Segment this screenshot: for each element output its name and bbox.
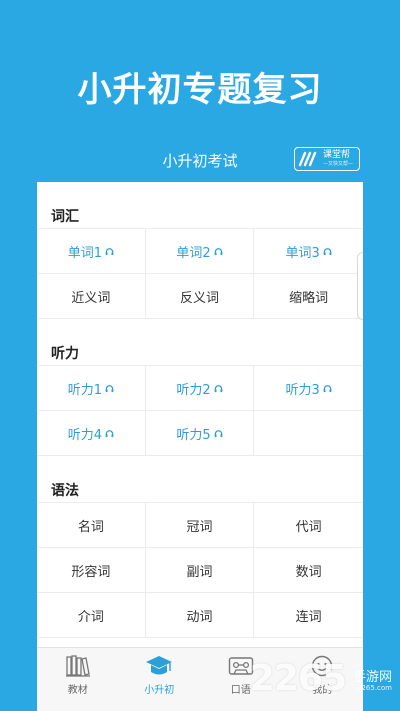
logo-name: 课堂帮 [323, 150, 351, 160]
logo-icon [298, 151, 317, 167]
logo-badge: 课堂帮 —又快又帮— [294, 147, 360, 171]
headphone-icon [323, 384, 332, 392]
grid-item-listening4[interactable]: 听力4 [37, 411, 146, 456]
grid-item-pronouns[interactable]: 代词 [254, 503, 363, 548]
item-label: 近义词 [71, 290, 111, 306]
tab-textbook[interactable]: 教材 [37, 648, 119, 711]
grid-item-listening5[interactable]: 听力5 [145, 411, 255, 456]
section-listening: 听力 听力1 听力2 听力3 听力4 听力5 [37, 319, 363, 456]
item-label: 听力5 [176, 427, 211, 443]
item-label: 听力2 [176, 382, 211, 398]
item-label: 副词 [186, 564, 213, 580]
headphone-icon [214, 247, 222, 255]
item-label: 形容词 [71, 564, 111, 580]
grid-item-prepositions[interactable]: 介词 [37, 593, 146, 638]
item-label: 单词1 [67, 245, 102, 261]
tab-label: 小升初 [144, 685, 175, 696]
item-label: 名词 [77, 519, 104, 535]
item-label: 缩略词 [289, 290, 329, 306]
watermark-text: 手游网 [352, 670, 392, 685]
item-label: 冠词 [186, 519, 213, 535]
app-header: 小升初考试 课堂帮 —又快又帮— [37, 146, 363, 180]
item-label: 单词3 [285, 245, 320, 261]
item-label: 听力1 [67, 382, 102, 398]
graduation-cap-icon [146, 656, 173, 675]
grid-item-listening1[interactable]: 听力1 [37, 366, 146, 411]
item-label: 听力3 [285, 382, 320, 398]
listening-grid: 听力1 听力2 听力3 听力4 听力5 [37, 365, 363, 456]
vocabulary-grid: 单词1 单词2 单词3 近义词 反义词 缩略词 [37, 228, 363, 319]
item-label: 单词2 [176, 245, 211, 261]
grid-item-antonyms[interactable]: 反义词 [145, 274, 255, 319]
section-grammar: 语法 名词 冠词 代词 形容词 副词 数词 介词 动词 连词 [37, 456, 363, 638]
grid-item-word3[interactable]: 单词3 [254, 229, 363, 274]
side-drawer-handle[interactable] [357, 252, 363, 320]
section-title: 语法 [51, 483, 79, 499]
grid-item-listening3[interactable]: 听力3 [254, 366, 363, 411]
headphone-icon [323, 247, 332, 255]
logo-subtitle: —又快又帮— [323, 161, 354, 167]
grid-item-verbs[interactable]: 动词 [145, 593, 255, 638]
watermark-url: 2265.com [357, 684, 392, 692]
headphone-icon [214, 384, 222, 392]
grid-item-synonyms[interactable]: 近义词 [37, 274, 146, 319]
section-vocabulary: 词汇 单词1 单词2 单词3 近义词 反义词 缩略词 [37, 182, 363, 319]
grid-item-adjectives[interactable]: 形容词 [37, 548, 146, 593]
headphone-icon [214, 429, 222, 437]
item-label: 动词 [186, 609, 213, 625]
grid-item-abbreviations[interactable]: 缩略词 [254, 274, 363, 319]
grid-item-conjunctions[interactable]: 连词 [254, 593, 363, 638]
tab-primary-to-junior[interactable]: 小升初 [119, 648, 201, 711]
grid-item-word1[interactable]: 单词1 [37, 229, 146, 274]
headphone-icon [105, 247, 114, 255]
item-label: 听力4 [67, 427, 102, 443]
tab-label: 教材 [67, 685, 88, 696]
item-label: 介词 [77, 609, 104, 625]
hero-title: 小升初专题复习 [77, 70, 323, 110]
grid-item-empty [254, 411, 363, 456]
grid-item-listening2[interactable]: 听力2 [145, 366, 255, 411]
item-label: 连词 [295, 609, 322, 625]
headphone-icon [105, 429, 114, 437]
grammar-grid: 名词 冠词 代词 形容词 副词 数词 介词 动词 连词 [37, 502, 363, 638]
item-label: 反义词 [179, 290, 219, 306]
grid-item-articles[interactable]: 冠词 [145, 503, 255, 548]
item-label: 代词 [295, 519, 322, 535]
section-title: 听力 [51, 346, 79, 362]
books-icon [65, 655, 90, 677]
watermark-number: 2265 [249, 658, 347, 699]
tab-label: 口语 [230, 685, 251, 696]
section-title: 词汇 [51, 209, 79, 225]
item-label: 数词 [295, 564, 322, 580]
grid-item-numerals[interactable]: 数词 [254, 548, 363, 593]
grid-item-nouns[interactable]: 名词 [37, 503, 146, 548]
grid-item-word2[interactable]: 单词2 [145, 229, 255, 274]
headphone-icon [105, 384, 114, 392]
grid-item-adverbs[interactable]: 副词 [145, 548, 255, 593]
content-card: 词汇 单词1 单词2 单词3 近义词 反义词 缩略词 听力 听力1 听力2 听力… [37, 182, 363, 711]
